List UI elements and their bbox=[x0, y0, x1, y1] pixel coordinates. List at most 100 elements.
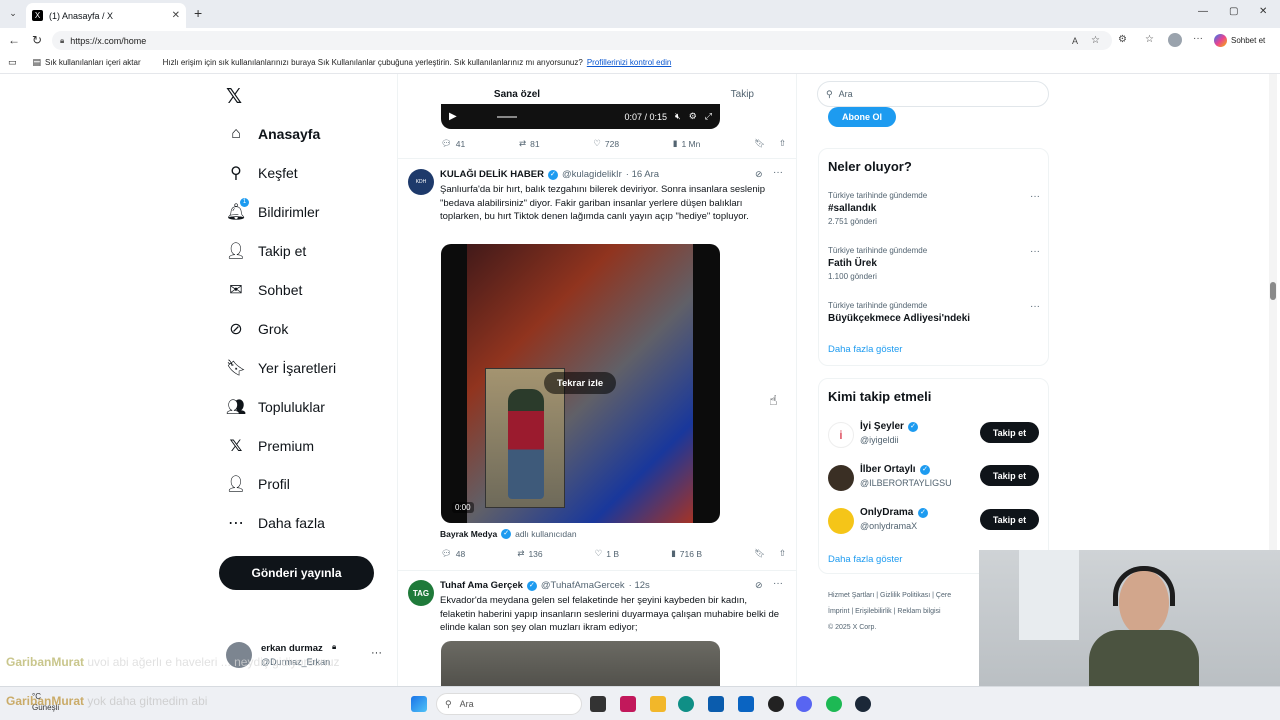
footer-link[interactable]: Gizlilik Politikası bbox=[880, 592, 930, 599]
footer-link[interactable]: Hizmet Şartları bbox=[828, 592, 874, 599]
nav-premium[interactable]: 𝕏 Premium bbox=[226, 436, 314, 456]
outlook-icon[interactable] bbox=[738, 696, 754, 712]
close-window-icon[interactable]: ✕ bbox=[1259, 6, 1267, 17]
search-box[interactable]: ⚲ Ara bbox=[817, 81, 1049, 107]
discord-icon[interactable] bbox=[796, 696, 812, 712]
show-more-link[interactable]: Daha fazla göster bbox=[828, 554, 902, 565]
follow-button[interactable]: Takip et bbox=[980, 422, 1039, 443]
views-action[interactable]: ▮ 1 Mn bbox=[673, 138, 701, 149]
footer-link[interactable]: İmprint bbox=[828, 608, 849, 615]
reload-icon[interactable]: ↻ bbox=[32, 33, 42, 47]
top-video-controls[interactable]: ▶ 0:07 / 0:15 🔇︎ ⚙ ⤢ bbox=[441, 104, 720, 129]
steam-icon[interactable] bbox=[855, 696, 871, 712]
footer-link[interactable]: Erişilebilirlik bbox=[855, 608, 892, 615]
url-field[interactable]: 🔒︎ https://x.com/home A ☆ bbox=[52, 31, 1112, 50]
favorites-icon[interactable]: ☆ bbox=[1145, 34, 1154, 45]
collections-icon[interactable]: ▭ bbox=[8, 57, 17, 68]
nav-communities[interactable]: 👥︎ Topluluklar bbox=[226, 397, 325, 417]
author-name[interactable]: Tuhaf Ama Gerçek bbox=[440, 580, 523, 591]
video-progress[interactable] bbox=[496, 115, 517, 118]
tab-close-icon[interactable]: ✕ bbox=[172, 10, 180, 21]
repost-action[interactable]: ⇄ 136 bbox=[517, 548, 542, 559]
favorite-star-icon[interactable]: ☆ bbox=[1091, 35, 1100, 46]
bookmark-action[interactable]: 🔖︎ ⇧ bbox=[754, 548, 786, 559]
play-icon[interactable]: ▶ bbox=[449, 111, 457, 122]
maximize-icon[interactable]: ▢ bbox=[1229, 6, 1238, 17]
nav-home[interactable]: ⌂ Anasayfa bbox=[226, 124, 320, 144]
nav-follow[interactable]: 👤︎ Takip et bbox=[226, 241, 306, 261]
profile-avatar[interactable] bbox=[1168, 33, 1182, 47]
profiles-link[interactable]: Profillerinizi kontrol edin bbox=[587, 58, 671, 67]
tab-list-icon[interactable]: ⌄ bbox=[6, 6, 20, 20]
task-view-icon[interactable] bbox=[590, 696, 606, 712]
account-more-icon[interactable]: ··· bbox=[371, 647, 382, 659]
post-time[interactable]: · 12s bbox=[629, 580, 650, 591]
calendar-app-icon[interactable] bbox=[708, 696, 724, 712]
grok-icon[interactable]: ⊘ bbox=[755, 580, 763, 591]
windows-start-icon[interactable] bbox=[411, 696, 427, 712]
fullscreen-icon[interactable]: ⤢ bbox=[705, 111, 712, 122]
nav-chat[interactable]: ✉ Sohbet bbox=[226, 280, 302, 300]
nav-grok[interactable]: ⊘ Grok bbox=[226, 319, 288, 339]
settings-icon[interactable]: ⚙ bbox=[689, 111, 697, 122]
extensions-icon[interactable]: ⚙ bbox=[1118, 34, 1127, 45]
post-image[interactable] bbox=[441, 641, 720, 686]
scrollbar-thumb[interactable] bbox=[1270, 282, 1276, 300]
bookmark-action[interactable]: 🔖︎ ⇧ bbox=[754, 138, 786, 149]
author-name[interactable]: KULAĞI DELİK HABER bbox=[440, 169, 544, 180]
post[interactable]: TAG Tuhaf Ama Gerçek ✓ @TuhafAmaGercek ·… bbox=[398, 571, 796, 686]
copilot-button[interactable]: Sohbet et bbox=[1214, 32, 1265, 49]
footer-link[interactable]: Reklam bilgisi bbox=[897, 608, 940, 615]
like-action[interactable]: ♡ 1 B bbox=[595, 548, 619, 559]
store-icon[interactable] bbox=[620, 696, 636, 712]
nav-notifications[interactable]: 🔔︎ 1 Bildirimler bbox=[226, 198, 319, 222]
back-icon[interactable]: ← bbox=[8, 33, 20, 47]
repost-action[interactable]: ⇄ 81 bbox=[519, 138, 540, 149]
file-explorer-icon[interactable] bbox=[650, 696, 666, 712]
author-handle[interactable]: @TuhafAmaGercek bbox=[541, 580, 625, 591]
trend-item[interactable]: Türkiye tarihinde gündemde #sallandık 2.… bbox=[828, 191, 1040, 226]
post[interactable]: KDH KULAĞI DELİK HABER ✓ @kulagidelikIr … bbox=[398, 159, 796, 566]
reply-action[interactable]: 💬︎ 41 bbox=[441, 138, 465, 149]
browser-tab[interactable]: X (1) Anasayfa / X ✕ bbox=[26, 3, 186, 28]
author-handle[interactable]: @kulagidelikIr bbox=[562, 169, 622, 180]
taskbar-search[interactable]: ⚲ Ara bbox=[436, 693, 582, 715]
post-more-icon[interactable]: ··· bbox=[773, 167, 783, 178]
more-icon[interactable]: ··· bbox=[1193, 33, 1203, 44]
trend-more-icon[interactable]: ··· bbox=[1030, 191, 1040, 202]
edge-icon[interactable] bbox=[678, 696, 694, 712]
spotify-icon[interactable] bbox=[826, 696, 842, 712]
read-aloud-icon[interactable]: A bbox=[1072, 36, 1078, 46]
like-action[interactable]: ♡ 728 bbox=[593, 138, 619, 149]
nav-bookmarks[interactable]: 🔖︎ Yer İşaretleri bbox=[226, 358, 336, 378]
post-time[interactable]: · 16 Ara bbox=[626, 169, 659, 180]
nav-profile[interactable]: 👤︎ Profil bbox=[226, 474, 290, 494]
replay-button[interactable]: Tekrar izle bbox=[544, 372, 616, 394]
trend-more-icon[interactable]: ··· bbox=[1030, 246, 1040, 257]
share-icon[interactable]: ⇧ bbox=[779, 548, 786, 559]
trend-item[interactable]: Türkiye tarihinde gündemde Fatih Ürek 1.… bbox=[828, 246, 1040, 281]
x-logo-icon[interactable]: 𝕏 bbox=[226, 84, 242, 109]
minimize-icon[interactable]: — bbox=[1198, 6, 1208, 17]
reply-action[interactable]: 💬︎ 48 bbox=[441, 548, 465, 559]
post-button[interactable]: Gönderi yayınla bbox=[219, 556, 374, 590]
import-favorites-link[interactable]: Sık kullanılanları içeri aktar bbox=[45, 58, 141, 67]
grok-icon[interactable]: ⊘ bbox=[755, 169, 763, 180]
post-video[interactable]: Tekrar izle 0:00 bbox=[441, 244, 720, 523]
post-more-icon[interactable]: ··· bbox=[773, 578, 783, 589]
trend-item[interactable]: Türkiye tarihinde gündemde Büyükçekmece … bbox=[828, 301, 1040, 324]
mute-icon[interactable]: 🔇︎ bbox=[675, 111, 681, 122]
source-name[interactable]: Bayrak Medya bbox=[440, 529, 497, 539]
obs-icon[interactable] bbox=[768, 696, 784, 712]
follow-button[interactable]: Takip et bbox=[980, 509, 1039, 530]
new-tab-icon[interactable]: + bbox=[194, 5, 202, 21]
nav-explore[interactable]: ⚲ Keşfet bbox=[226, 163, 298, 183]
follow-button[interactable]: Takip et bbox=[980, 465, 1039, 486]
show-more-link[interactable]: Daha fazla göster bbox=[828, 344, 902, 355]
nav-more[interactable]: ⋯ Daha fazla bbox=[226, 513, 325, 533]
subscribe-button[interactable]: Abone Ol bbox=[828, 107, 896, 127]
views-action[interactable]: ▮ 716 B bbox=[671, 548, 702, 559]
share-icon[interactable]: ⇧ bbox=[779, 138, 786, 149]
footer-link[interactable]: Çere bbox=[936, 592, 951, 599]
trend-more-icon[interactable]: ··· bbox=[1030, 301, 1040, 312]
